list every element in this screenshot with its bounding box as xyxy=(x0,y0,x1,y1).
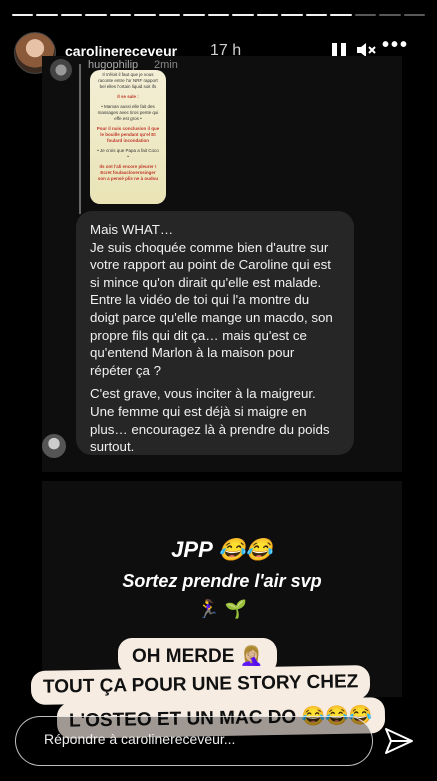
progress-segment xyxy=(183,14,205,16)
progress-segment xyxy=(207,14,230,16)
send-icon[interactable] xyxy=(383,726,415,756)
progress-segment xyxy=(256,14,279,16)
progress-segment xyxy=(12,14,34,16)
message-paragraph: Mais WHAT… xyxy=(90,222,174,237)
progress-segment xyxy=(232,14,254,16)
message-paragraph: C'est grave, vous inciter à la maigreur.… xyxy=(90,386,330,455)
progress-segment xyxy=(354,14,377,16)
story-text-sortez: Sortez prendre l'air svp xyxy=(122,571,322,591)
message-paragraph: Je suis choquée comme bien d'autre sur v… xyxy=(90,239,333,378)
quote-line xyxy=(79,64,81,214)
progress-segment xyxy=(36,14,58,16)
quoted-image-text: • Je crois que Papa a fait Coco • xyxy=(97,148,159,159)
quoted-image-text: Pour il nuis conclusion il que le bouill… xyxy=(96,126,160,143)
story-text-jpp: JPP 😂😂 xyxy=(171,537,273,562)
quoted-image-text: Il se sale : xyxy=(117,94,139,99)
story-progress xyxy=(12,14,425,16)
quoted-image-text: • Maman aussi elle fait des massages ave… xyxy=(97,104,159,121)
progress-segment xyxy=(403,14,425,16)
progress-segment xyxy=(60,14,83,16)
message-bubble: Mais WHAT… Je suis choquée comme bien d'… xyxy=(76,211,354,455)
progress-segment xyxy=(305,14,328,16)
quoted-image-text: Il s'éloit il faut que je vous raconte e… xyxy=(98,72,158,89)
avatar xyxy=(50,59,72,81)
emoji-row: 🏃‍♀️ 🌱 xyxy=(197,599,247,619)
story-screenshot-message: hugophilip 2min Il s'éloit il faut que j… xyxy=(42,56,402,472)
progress-segment xyxy=(85,14,107,16)
progress-segment xyxy=(134,14,156,16)
avatar xyxy=(42,434,66,458)
quoted-image-text: Ils ont l'ali encore pleurer ! Ecret fou… xyxy=(97,164,159,181)
reply-input[interactable] xyxy=(42,730,346,748)
progress-segment xyxy=(158,14,181,16)
progress-segment xyxy=(379,14,401,16)
quoted-image: Il s'éloit il faut que je vous raconte e… xyxy=(90,70,166,204)
progress-segment xyxy=(281,14,303,16)
progress-segment xyxy=(330,14,352,16)
reply-bar xyxy=(15,716,373,766)
progress-segment xyxy=(109,14,132,16)
